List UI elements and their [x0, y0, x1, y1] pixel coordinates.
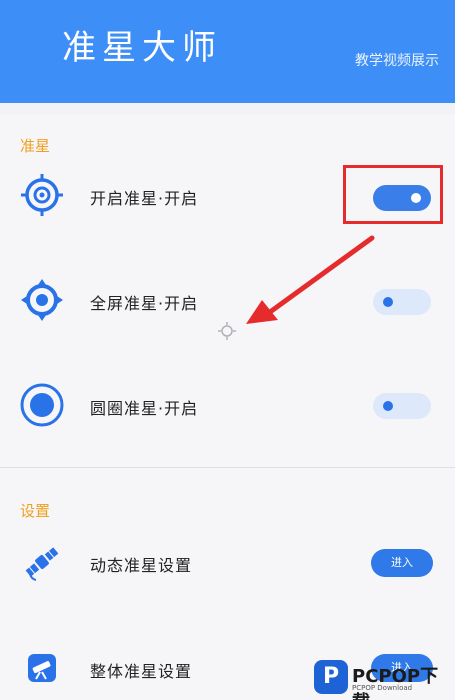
- tutorial-video-link[interactable]: 教学视频展示: [355, 50, 439, 70]
- enter-button-dynamic[interactable]: 进入: [371, 549, 433, 577]
- toggle-switch-circle[interactable]: [373, 393, 431, 419]
- settings-row-dynamic[interactable]: 动态准星设置 进入: [0, 532, 455, 592]
- section-title-settings: 设置: [20, 502, 51, 520]
- toggle-switch-fullscreen[interactable]: [373, 289, 431, 315]
- app-header: 准星大师 教学视频展示: [0, 0, 455, 103]
- section-divider: [0, 467, 455, 468]
- watermark-subtext: PCPOP Download: [352, 684, 413, 692]
- satellite-icon: [25, 547, 59, 581]
- toggle-knob: [383, 297, 393, 307]
- section-title-crosshair: 准星: [20, 137, 51, 155]
- crosshair-row-fullscreen[interactable]: 全屏准星·开启: [0, 270, 455, 330]
- crosshair-diamond-icon: [21, 279, 63, 321]
- crosshair-row-label: 圆圈准星·开启: [90, 399, 199, 418]
- annotation-highlight-box: [343, 165, 443, 224]
- pcpop-watermark: P PCPOP下载 PCPOP Download: [312, 658, 455, 700]
- toggle-knob: [383, 401, 393, 411]
- telescope-icon: [28, 654, 56, 682]
- crosshair-ring-icon: [21, 174, 63, 216]
- settings-row-label: 整体准星设置: [90, 662, 193, 681]
- crosshair-row-circle[interactable]: 圆圈准星·开启: [0, 375, 455, 435]
- settings-row-label: 动态准星设置: [90, 556, 193, 575]
- watermark-text: PCPOP下载: [352, 666, 439, 700]
- crosshair-row-label: 开启准星·开启: [90, 189, 199, 208]
- crosshair-row-label: 全屏准星·开启: [90, 294, 199, 313]
- crosshair-dot-icon: [20, 383, 64, 427]
- app-title: 准星大师: [62, 28, 222, 68]
- crosshair-preview-icon: [218, 322, 236, 340]
- pcpop-logo-icon: P: [314, 660, 348, 694]
